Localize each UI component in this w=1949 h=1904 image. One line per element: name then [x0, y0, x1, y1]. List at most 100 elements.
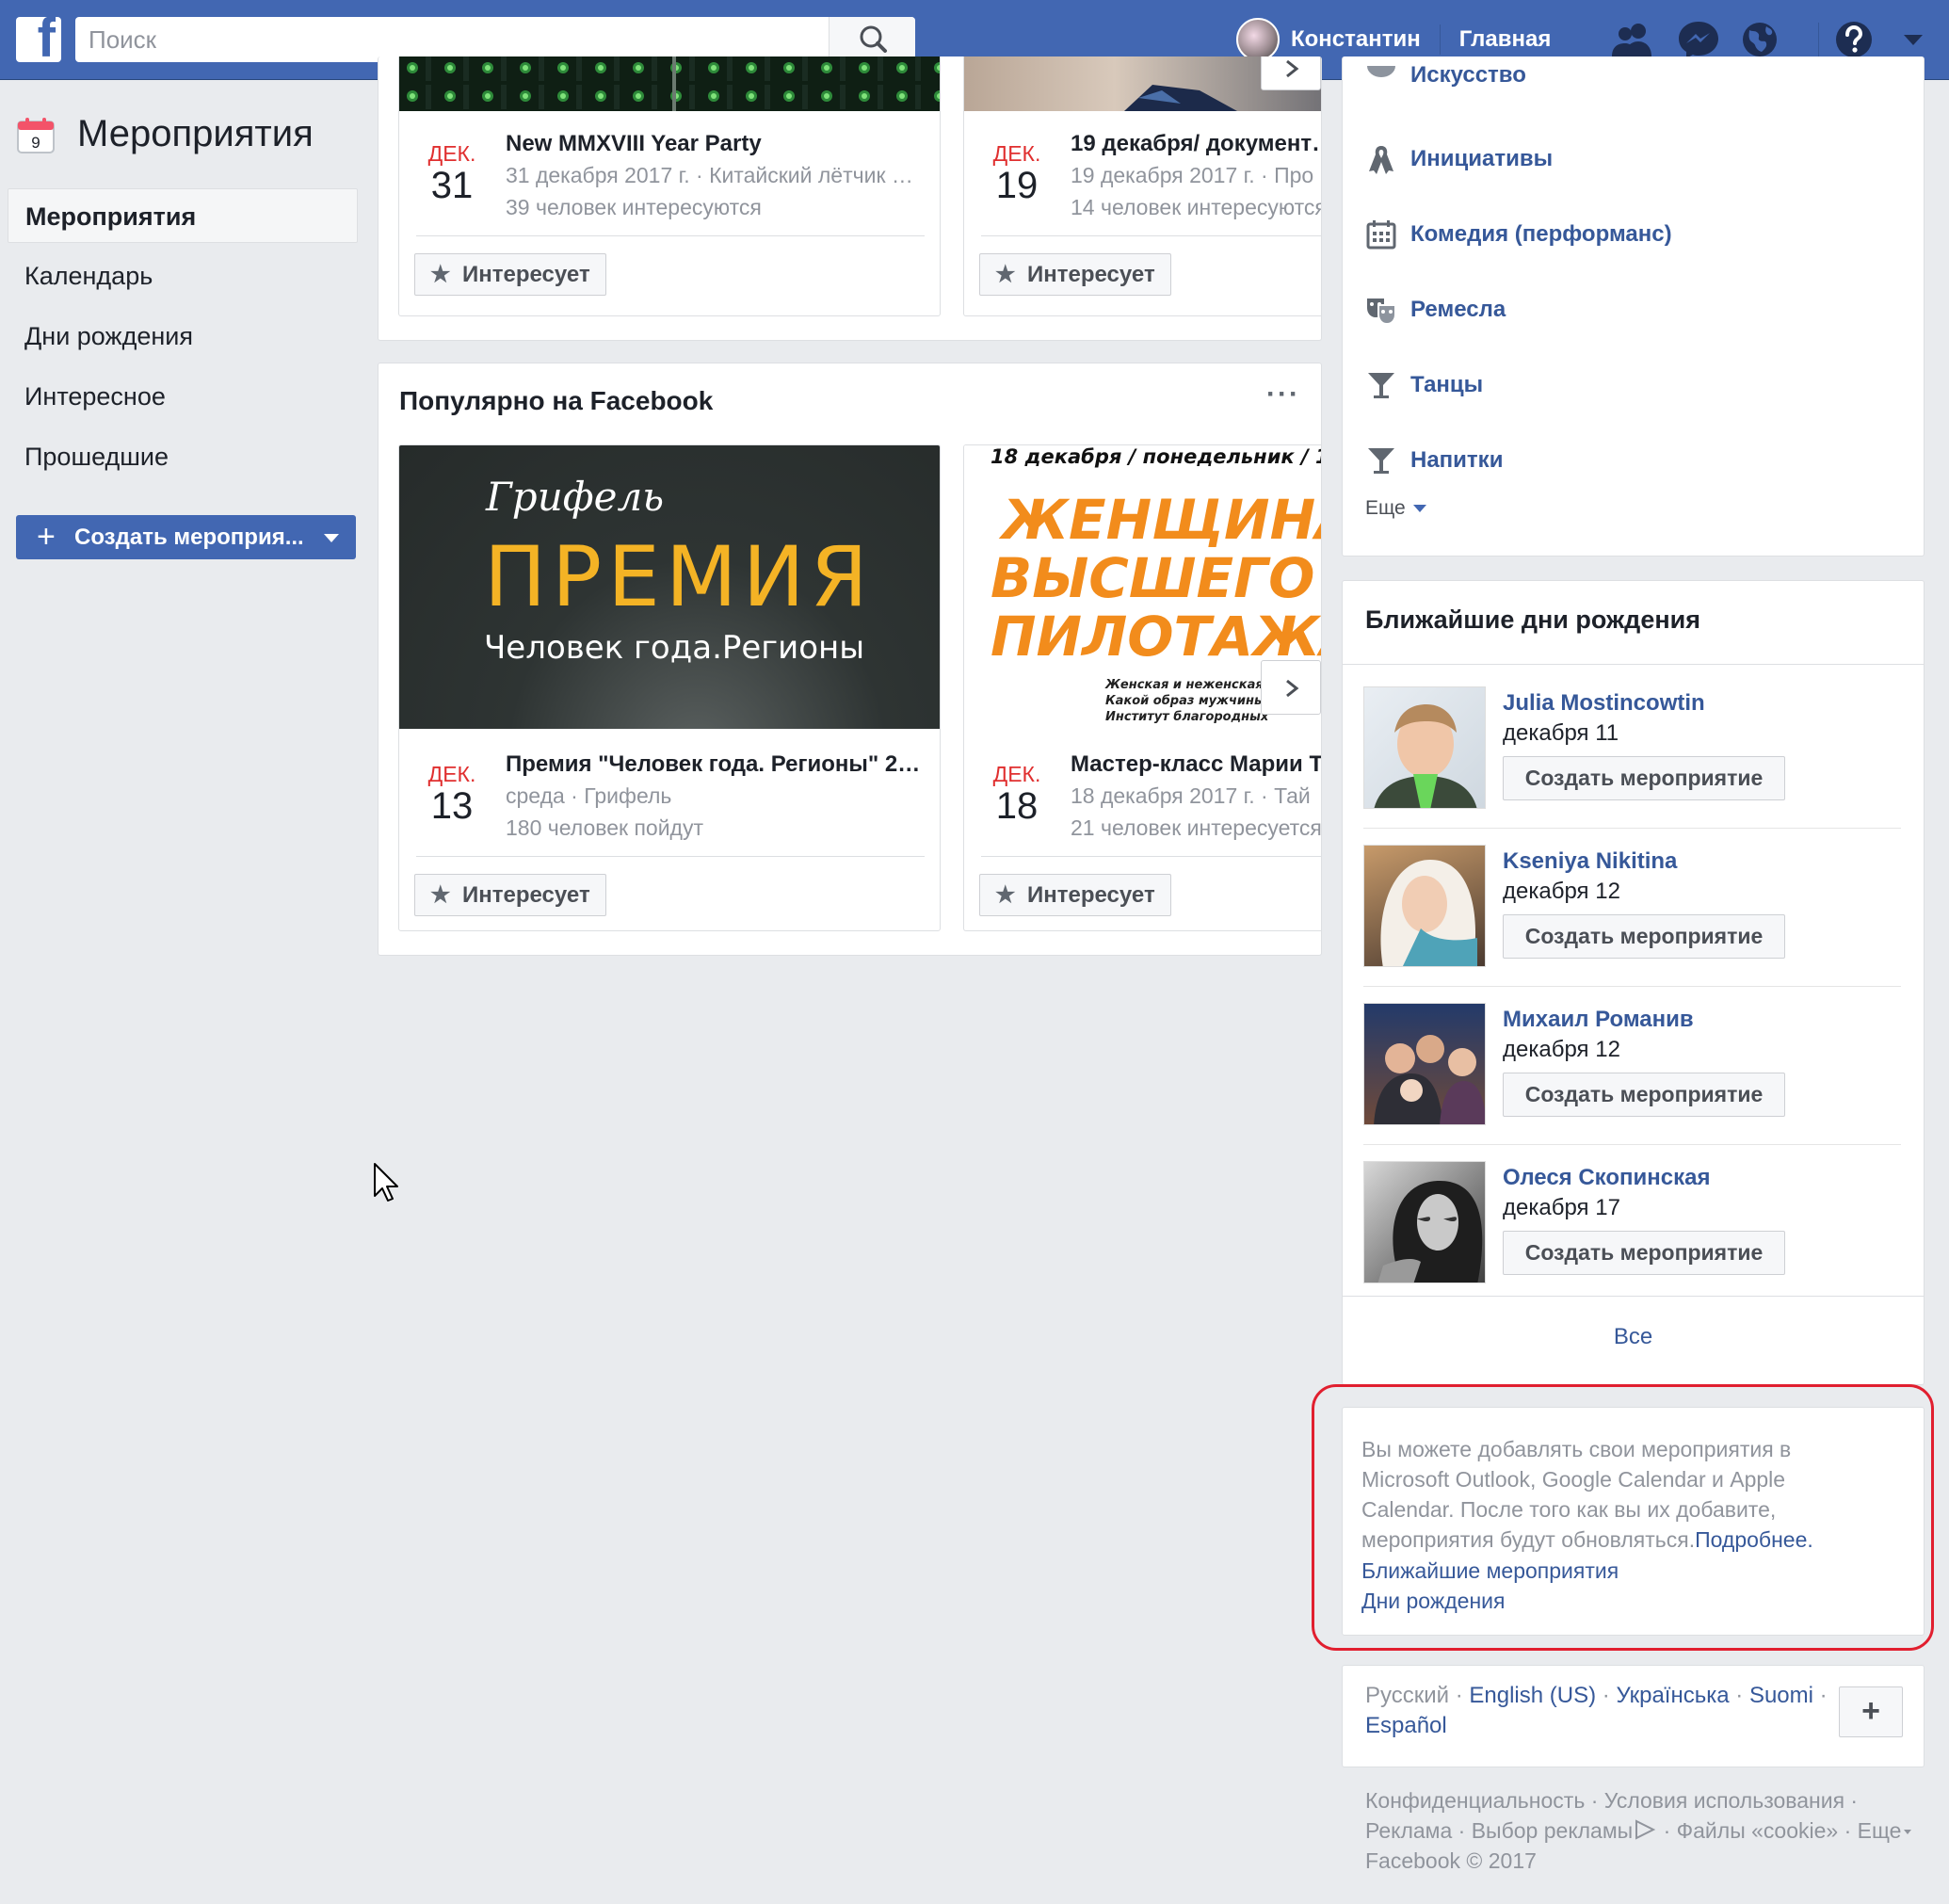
event-title[interactable]: 19 декабря/ документальный — [1071, 131, 1321, 157]
facebook-logo-icon[interactable]: f — [16, 17, 61, 62]
cocktail-icon — [1365, 444, 1397, 476]
event-card[interactable]: 18 декабря / понедельник / 18:30 ЖЕНЩИНА… — [963, 444, 1321, 931]
chevron-right-icon — [1286, 59, 1299, 78]
event-month: ДЕК. — [427, 141, 476, 166]
top-divider — [1439, 24, 1441, 55]
nav-item-calendar[interactable]: Календарь — [8, 249, 358, 303]
account-menu-caret-icon[interactable] — [1891, 19, 1936, 60]
home-link[interactable]: Главная — [1459, 26, 1552, 53]
event-card[interactable]: ДЕК. 19 19 декабря/ документальный 19 де… — [963, 56, 1321, 316]
create-event-button[interactable]: Создать мероприятие — [1503, 1231, 1785, 1275]
event-day: 31 — [430, 165, 474, 206]
search-box — [75, 17, 915, 62]
language-panel: Русский · English (US) · Українська · Su… — [1342, 1665, 1925, 1767]
divider — [981, 856, 1321, 857]
category-item-drinks[interactable]: Напитки — [1365, 442, 1503, 479]
chevron-down-icon — [1904, 1830, 1912, 1834]
language-ukrainian[interactable]: Українська — [1616, 1683, 1729, 1708]
divider — [981, 235, 1321, 236]
event-card[interactable]: ДЕК. 31 New MMXVIII Year Party 31 декабр… — [398, 56, 941, 316]
poster-line-2: ВЫСШЕГО — [991, 546, 1315, 610]
interested-label: Интересует — [462, 262, 590, 287]
messenger-icon[interactable] — [1676, 19, 1721, 60]
event-title[interactable]: New MMXVIII Year Party — [506, 131, 921, 157]
avatar-photo — [1374, 704, 1477, 808]
interested-button[interactable]: ★ Интересует — [979, 253, 1171, 296]
help-icon[interactable] — [1831, 19, 1877, 60]
interested-button[interactable]: ★ Интересует — [414, 253, 606, 296]
event-stats: 39 человек интересуются — [506, 195, 762, 219]
divider — [1363, 986, 1901, 987]
birthday-date: декабря 12 — [1503, 1037, 1620, 1062]
event-card[interactable]: Грифель ПРЕМИЯ Человек года.Регионы ДЕК.… — [398, 444, 941, 931]
carousel-next-button[interactable] — [1261, 56, 1321, 90]
divider — [1363, 1144, 1901, 1145]
categories-panel: Искусство Инициативы Комедия (перформанс… — [1342, 56, 1925, 557]
event-day: 19 — [995, 165, 1039, 206]
event-place: 19 декабря 2017 г. · Про — [1071, 163, 1314, 187]
more-options-button[interactable]: ··· — [1266, 379, 1300, 411]
nav-item-events[interactable]: Мероприятия — [8, 188, 358, 243]
language-spanish[interactable]: Español — [1365, 1713, 1447, 1738]
event-day: 13 — [430, 785, 474, 827]
user-avatar[interactable] — [1236, 18, 1280, 61]
top-user-area: Константин Главная — [1236, 17, 1551, 62]
category-item-dance[interactable]: Танцы — [1365, 366, 1483, 404]
nav-item-birthdays[interactable]: Дни рождения — [8, 309, 358, 363]
poster-line-1: ЖЕНЩИНА — [1002, 488, 1321, 552]
footer-link-cookies[interactable]: Файлы «cookie» — [1677, 1818, 1839, 1843]
page-title: Мероприятия — [77, 113, 314, 154]
chevron-right-icon — [1286, 679, 1299, 698]
event-month: ДЕК. — [992, 141, 1041, 166]
birthday-person-name[interactable]: Олеся Скопинская — [1503, 1165, 1710, 1191]
ribbon-icon — [1365, 143, 1397, 175]
avatar[interactable] — [1363, 686, 1486, 809]
birthday-person-name[interactable]: Kseniya Nikitina — [1503, 848, 1677, 875]
add-language-button[interactable]: + — [1839, 1686, 1903, 1737]
avatar[interactable] — [1363, 1003, 1486, 1125]
event-cover-image[interactable] — [399, 56, 940, 111]
category-item-initiatives[interactable]: Инициативы — [1365, 140, 1553, 178]
category-label: Напитки — [1410, 447, 1504, 473]
divider — [416, 856, 925, 857]
create-event-button[interactable]: Создать мероприятие — [1503, 756, 1785, 800]
birthday-person-name[interactable]: Михаил Романив — [1503, 1007, 1694, 1033]
footer-link-more[interactable]: Еще — [1858, 1818, 1902, 1843]
event-place: 31 декабря 2017 г. · Китайский лётчик Дж… — [506, 163, 921, 187]
create-event-button[interactable]: Создать мероприятие — [1503, 914, 1785, 959]
masks-icon — [1365, 294, 1397, 326]
category-item-crafts[interactable]: Ремесла — [1365, 291, 1506, 329]
avatar[interactable] — [1363, 845, 1486, 967]
see-all-birthdays-link[interactable]: Все — [1343, 1296, 1924, 1384]
carousel-next-button[interactable] — [1261, 660, 1321, 715]
interested-button[interactable]: ★ Интересует — [414, 874, 606, 916]
nav-item-past[interactable]: Прошедшие — [8, 429, 358, 484]
notifications-globe-icon[interactable] — [1737, 19, 1782, 60]
search-input[interactable] — [75, 17, 829, 62]
event-title[interactable]: Мастер-класс Марии Т — [1071, 751, 1321, 778]
search-button[interactable] — [829, 17, 915, 62]
category-item-art[interactable]: Искусство — [1365, 66, 1526, 96]
create-event-button[interactable]: Создать мероприятие — [1503, 1073, 1785, 1117]
footer-link-terms[interactable]: Условия использования — [1604, 1788, 1844, 1813]
language-english[interactable]: English (US) — [1469, 1683, 1596, 1708]
birthdays-title: Ближайшие дни рождения — [1365, 605, 1700, 634]
category-item-comedy[interactable]: Комедия (перформанс) — [1365, 216, 1672, 253]
profile-link[interactable]: Константин — [1291, 26, 1421, 53]
categories-more-link[interactable]: Еще — [1365, 497, 1426, 520]
event-place: среда · Грифель — [506, 783, 672, 808]
nav-item-interesting[interactable]: Интересное — [8, 369, 358, 424]
footer-link-advertising[interactable]: Реклама — [1365, 1818, 1452, 1843]
divider — [1343, 664, 1924, 665]
interested-button[interactable]: ★ Интересует — [979, 874, 1171, 916]
birthday-person-name[interactable]: Julia Mostincowtin — [1503, 690, 1705, 717]
footer-link-privacy[interactable]: Конфиденциальность — [1365, 1788, 1585, 1813]
footer-link-ad-choices[interactable]: Выбор рекламы — [1472, 1818, 1633, 1843]
language-finnish[interactable]: Suomi — [1749, 1683, 1813, 1708]
event-cover-image[interactable]: Грифель ПРЕМИЯ Человек года.Регионы — [399, 445, 940, 729]
star-icon: ★ — [995, 262, 1016, 287]
avatar[interactable] — [1363, 1161, 1486, 1283]
friends-icon[interactable] — [1610, 19, 1655, 60]
create-event-button[interactable]: + Создать мероприя... — [16, 515, 356, 559]
event-title[interactable]: Премия "Человек года. Регионы" 2017 — [506, 751, 921, 778]
